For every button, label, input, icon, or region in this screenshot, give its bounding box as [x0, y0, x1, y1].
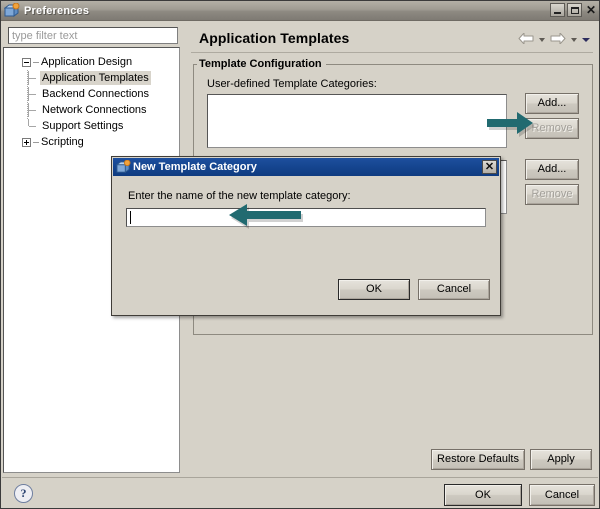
group-title: Template Configuration [197, 58, 326, 70]
tree-connector [28, 103, 40, 117]
preferences-app-icon [3, 2, 20, 18]
add-secondary-button[interactable]: Add... [525, 159, 579, 180]
text-cursor [130, 211, 131, 224]
group-border-segment [311, 64, 593, 65]
preferences-tree: Application Design Application Templates… [4, 48, 179, 150]
apply-button[interactable]: Apply [530, 449, 592, 470]
tree-item-label: Backend Connections [42, 88, 150, 100]
page-title: Application Templates [199, 30, 350, 46]
tree-item-application-templates[interactable]: Application Templates [8, 70, 179, 86]
new-template-category-icon [115, 159, 131, 174]
new-template-category-dialog: New Template Category ✕ Enter the name o… [111, 156, 501, 316]
view-menu-chevron-down-icon[interactable] [582, 38, 590, 42]
forward-history-chevron-down-icon[interactable] [571, 38, 577, 42]
remove-secondary-button[interactable]: Remove [525, 184, 579, 205]
preferences-window: Preferences ✕ Application Design Applica… [0, 0, 600, 509]
expand-icon[interactable] [22, 137, 31, 147]
dialog-titlebar: New Template Category ✕ [113, 158, 499, 176]
dialog-close-icon[interactable]: ✕ [482, 160, 497, 174]
user-defined-template-categories-label: User-defined Template Categories: [207, 78, 377, 90]
maximize-icon[interactable] [567, 3, 582, 17]
tree-item-support-settings[interactable]: Support Settings [8, 118, 179, 134]
dialog-ok-button[interactable]: OK [338, 279, 410, 300]
remove-category-button[interactable]: Remove [525, 118, 579, 139]
tree-connector [28, 71, 40, 85]
minimize-icon[interactable] [550, 3, 565, 17]
collapse-icon[interactable] [22, 57, 31, 67]
close-icon[interactable]: ✕ [584, 3, 598, 17]
tree-item-label: Application Templates [40, 71, 151, 85]
restore-defaults-button[interactable]: Restore Defaults [431, 449, 525, 470]
tree-connector [28, 87, 40, 101]
window-controls: ✕ [550, 3, 598, 17]
tree-item-label: Network Connections [42, 104, 147, 116]
back-arrow-icon[interactable] [518, 32, 534, 47]
template-category-name-input[interactable] [126, 208, 486, 227]
tree-item-network-connections[interactable]: Network Connections [8, 102, 179, 118]
tree-item-backend-connections[interactable]: Backend Connections [8, 86, 179, 102]
dialog-prompt-label: Enter the name of the new template categ… [128, 190, 351, 202]
back-history-chevron-down-icon[interactable] [539, 38, 545, 42]
dialog-title: New Template Category [133, 161, 257, 173]
window-titlebar: Preferences ✕ [1, 1, 599, 21]
tree-item-label: Scripting [41, 136, 84, 148]
tree-item-label: Application Design [41, 56, 133, 68]
dialog-cancel-button[interactable]: Cancel [418, 279, 490, 300]
close-glyph: ✕ [585, 3, 597, 17]
tree-item-label: Support Settings [42, 120, 124, 132]
bottom-bar: ? OK Cancel [2, 478, 598, 508]
help-icon[interactable]: ? [14, 484, 33, 503]
cancel-button[interactable]: Cancel [529, 484, 595, 506]
navigation-toolbar [518, 32, 590, 47]
tree-item-application-design[interactable]: Application Design [8, 54, 179, 70]
tree-item-scripting[interactable]: Scripting [8, 134, 179, 150]
tree-connector [28, 119, 40, 133]
template-categories-listbox[interactable] [207, 94, 507, 148]
forward-arrow-icon[interactable] [550, 32, 566, 47]
window-title: Preferences [24, 4, 90, 17]
title-separator [191, 52, 593, 53]
add-category-button[interactable]: Add... [525, 93, 579, 114]
filter-input[interactable] [8, 27, 178, 44]
ok-button[interactable]: OK [444, 484, 522, 506]
